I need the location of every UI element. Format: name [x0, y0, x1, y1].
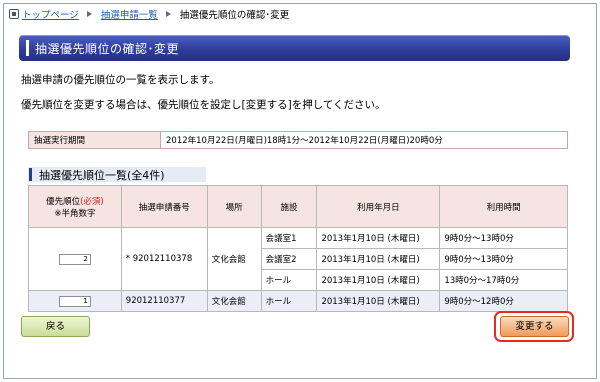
facility-cell: ホール — [260, 269, 318, 291]
change-button[interactable]: 変更する — [500, 316, 569, 337]
header-place: 場所 — [206, 185, 262, 228]
section-heading: 抽選優先順位一覧(全4件) — [28, 167, 206, 182]
page-title: 抽選優先順位の確認･変更 — [35, 42, 180, 56]
time-cell: 13時0分～17時0分 — [439, 269, 568, 291]
app-no-cell: 92012110377 — [120, 290, 208, 312]
table-row: * 92012110378 文化会館 会議室1 2013年1月10日 (木曜日)… — [28, 227, 568, 291]
date-cell: 2013年1月10日 (木曜日) — [316, 248, 441, 270]
table-header-row: 優先順位(必須) ※半角数字 抽選申請番号 場所 施設 利用年月日 利用時間 — [28, 185, 568, 228]
date-cell: 2013年1月10日 (木曜日) — [316, 269, 441, 291]
required-mark: (必須) — [80, 196, 104, 207]
date-cell: 2013年1月10日 (木曜日) — [316, 227, 441, 249]
breadcrumb: トップページ 抽選申請一覧 抽選優先順位の確認･変更 — [9, 7, 289, 21]
back-button[interactable]: 戻る — [21, 316, 90, 337]
lottery-period-table: 抽選実行期間 2012年10月22日(月曜日)18時1分～2012年10月22日… — [28, 131, 568, 149]
header-priority-label: 優先順位 — [46, 196, 81, 207]
time-cell: 9時0分～12時0分 — [439, 290, 568, 312]
facility-cell: ホール — [260, 290, 318, 312]
header-priority-note: ※半角数字 — [54, 208, 96, 219]
period-label: 抽選実行期間 — [28, 131, 161, 149]
section-title: 抽選優先順位一覧(全4件) — [39, 169, 165, 182]
chevron-right-icon — [86, 11, 92, 17]
facility-cell: 会議室1 — [260, 227, 318, 249]
time-cell: 9時0分～13時0分 — [439, 227, 568, 249]
facility-cell: 会議室2 — [260, 248, 318, 270]
priority-cell — [28, 290, 122, 312]
intro-text-1: 抽選申請の優先順位の一覧を表示します。 — [21, 74, 220, 86]
app-no-cell: * 92012110378 — [120, 227, 208, 291]
place-cell: 文化会館 — [206, 227, 262, 291]
priority-input-b[interactable] — [58, 295, 91, 307]
breadcrumb-home-link[interactable]: トップページ — [22, 7, 79, 21]
table-row: 92012110377 文化会館 ホール 2013年1月10日 (木曜日) 9時… — [28, 290, 568, 312]
chevron-right-icon — [165, 11, 171, 17]
header-facility: 施設 — [260, 185, 318, 228]
breadcrumb-list-link[interactable]: 抽選申請一覧 — [101, 7, 158, 21]
priority-cell — [28, 227, 122, 291]
header-priority: 優先順位(必須) ※半角数字 — [28, 185, 122, 228]
home-icon — [9, 9, 19, 19]
intro-text-2: 優先順位を変更する場合は、優先順位を設定し[変更する]を押してください。 — [21, 99, 386, 111]
date-cell: 2013年1月10日 (木曜日) — [316, 290, 441, 312]
place-cell: 文化会館 — [206, 290, 262, 312]
period-value: 2012年10月22日(月曜日)18時1分～2012年10月22日(月曜日)20… — [160, 131, 568, 149]
priority-input-a[interactable] — [58, 253, 91, 265]
page-title-bar: 抽選優先順位の確認･変更 — [19, 35, 570, 61]
time-cell: 9時0分～13時0分 — [439, 248, 568, 270]
header-time: 利用時間 — [439, 185, 568, 228]
priority-table: 優先順位(必須) ※半角数字 抽選申請番号 場所 施設 利用年月日 利用時間 *… — [28, 185, 568, 312]
header-app-no: 抽選申請番号 — [120, 185, 208, 228]
breadcrumb-current: 抽選優先順位の確認･変更 — [179, 10, 290, 21]
header-date: 利用年月日 — [316, 185, 441, 228]
